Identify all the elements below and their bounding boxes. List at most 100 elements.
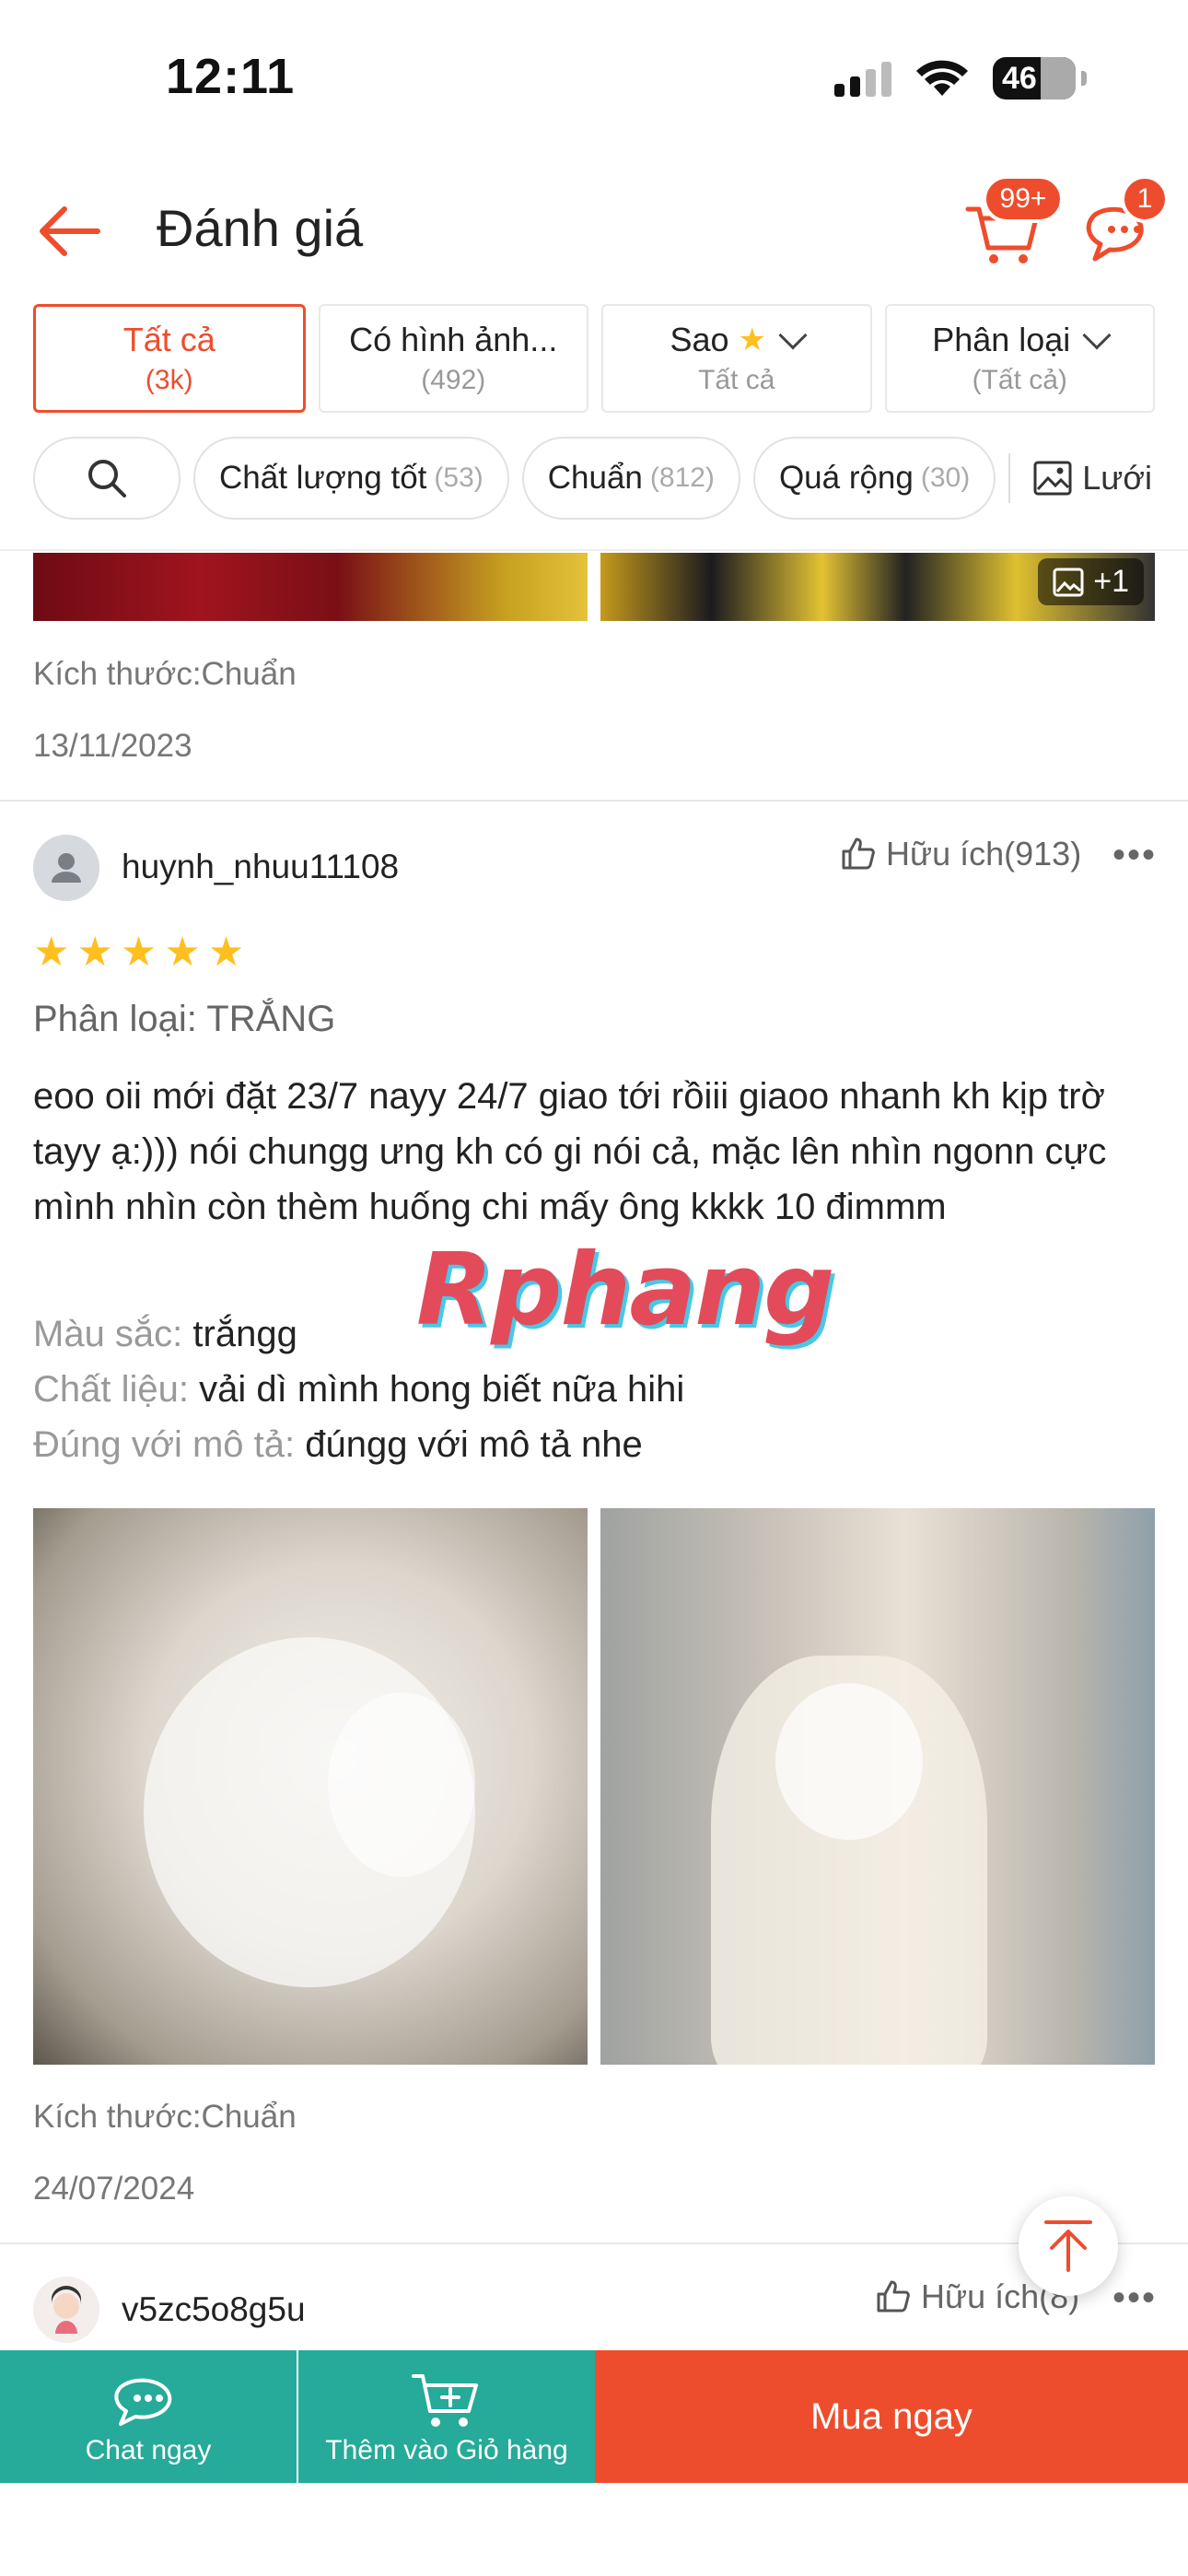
review-attr-material: Chất liệu: vải dì mình hong biết nữa hih… bbox=[33, 1369, 684, 1411]
rating-stars: ★ ★ ★ ★ ★ bbox=[33, 932, 244, 973]
bottom-action-bar: Chat ngay Thêm vào Giỏ hàng Mua ngay bbox=[0, 2350, 1188, 2483]
star-icon: ★ bbox=[76, 930, 113, 975]
thumbs-up-icon bbox=[877, 2280, 910, 2313]
page-title: Đánh giá bbox=[157, 199, 364, 257]
star-icon: ★ bbox=[738, 322, 767, 357]
buy-now-button[interactable]: Mua ngay bbox=[595, 2350, 1188, 2483]
review-text: eoo oii mới đặt 23/7 nayy 24/7 giao tới … bbox=[33, 1076, 1107, 1227]
status-bar: 12:11 46 bbox=[0, 0, 1188, 161]
chat-now-button[interactable]: Chat ngay bbox=[0, 2350, 297, 2483]
divider bbox=[0, 549, 1188, 551]
review-variation: Phân loại: TRẮNG bbox=[33, 999, 336, 1039]
chevron-down-icon bbox=[778, 321, 808, 350]
review-image[interactable] bbox=[33, 553, 588, 621]
attr-value: trắngg bbox=[192, 1314, 297, 1354]
attr-key: Đúng với mô tả: bbox=[33, 1424, 296, 1465]
add-to-cart-icon bbox=[412, 2374, 478, 2427]
tab-sub: (Tất cả) bbox=[972, 365, 1067, 395]
review-date: 13/11/2023 bbox=[33, 728, 192, 764]
arrow-up-icon bbox=[1044, 2220, 1092, 2272]
battery-tip bbox=[1081, 71, 1087, 86]
previous-review-images: +1 bbox=[33, 553, 1155, 621]
tab-sub: Tất cả bbox=[698, 365, 775, 395]
user-icon bbox=[33, 835, 99, 901]
tab-label: Tất cả bbox=[122, 321, 215, 358]
review-image[interactable]: +1 bbox=[600, 553, 1155, 621]
review-date: 24/07/2024 bbox=[33, 2171, 195, 2207]
chip-count: (53) bbox=[434, 463, 483, 493]
review-photo[interactable] bbox=[600, 1508, 1155, 2065]
chip-good-quality[interactable]: Chất lượng tốt (53) bbox=[193, 437, 509, 520]
tab-label: Phân loại bbox=[932, 321, 1071, 358]
star-icon: ★ bbox=[120, 930, 157, 975]
star-icon: ★ bbox=[164, 930, 201, 975]
avatar[interactable] bbox=[33, 2277, 99, 2343]
review-username[interactable]: v5zc5o8g5u bbox=[122, 2290, 306, 2329]
chip-label: Quá rộng bbox=[778, 460, 914, 496]
tab-label: Sao bbox=[670, 321, 729, 358]
review-separator bbox=[0, 2242, 1188, 2244]
grid-view-toggle[interactable]: Lưới bbox=[1008, 453, 1152, 503]
chevron-down-icon bbox=[1082, 321, 1112, 350]
helpful-button[interactable]: Hữu ích(913) bbox=[840, 835, 1081, 873]
chip-count: (812) bbox=[649, 463, 715, 493]
tab-stars[interactable]: Sao ★ Tất cả bbox=[601, 304, 872, 413]
tab-count: (492) bbox=[421, 365, 486, 395]
scroll-to-top-button[interactable] bbox=[1019, 2196, 1118, 2296]
review-photo[interactable] bbox=[33, 1508, 588, 2065]
review-username[interactable]: huynh_nhuu11108 bbox=[122, 848, 399, 886]
search-chip[interactable] bbox=[33, 437, 181, 520]
attr-key: Chất liệu: bbox=[33, 1369, 189, 1410]
tab-variation[interactable]: Phân loại (Tất cả) bbox=[884, 304, 1155, 413]
attr-value: đúngg với mô tả nhe bbox=[305, 1424, 643, 1465]
review-photos bbox=[33, 1508, 1155, 2065]
battery-level: 46 bbox=[1002, 60, 1037, 96]
chip-label: Chuẩn bbox=[547, 460, 643, 496]
review-size: Kích thước:Chuẩn bbox=[33, 2099, 297, 2135]
chip-standard[interactable]: Chuẩn (812) bbox=[521, 437, 740, 520]
status-icons: 46 bbox=[834, 57, 1087, 100]
chat-now-label: Chat ngay bbox=[85, 2435, 212, 2465]
review-separator bbox=[0, 800, 1188, 802]
add-to-cart-button[interactable]: Thêm vào Giỏ hàng bbox=[298, 2350, 595, 2483]
more-images-badge: +1 bbox=[1038, 558, 1144, 605]
star-icon: ★ bbox=[33, 930, 70, 975]
user-avatar-icon bbox=[33, 2277, 99, 2343]
cart-count-badge: 99+ bbox=[983, 175, 1064, 223]
avatar[interactable] bbox=[33, 835, 99, 901]
home-indicator-area bbox=[0, 2483, 1188, 2576]
arrow-left-icon bbox=[40, 206, 100, 256]
add-to-cart-label: Thêm vào Giỏ hàng bbox=[325, 2435, 568, 2465]
chip-too-wide[interactable]: Quá rộng (30) bbox=[752, 437, 996, 520]
tab-all[interactable]: Tất cả (3k) bbox=[33, 304, 306, 413]
chip-count: (30) bbox=[920, 463, 971, 493]
more-images-count: +1 bbox=[1093, 564, 1129, 599]
grid-label: Lưới bbox=[1082, 459, 1152, 497]
thumbs-up-icon bbox=[842, 837, 875, 870]
image-icon bbox=[1053, 568, 1084, 596]
chip-label: Chất lượng tốt bbox=[219, 460, 427, 496]
helpful-count: Hữu ích(913) bbox=[886, 835, 1082, 872]
chat-icon bbox=[114, 2378, 172, 2426]
keyword-chips: Chất lượng tốt (53) Chuẩn (812) Quá rộng… bbox=[33, 437, 1188, 520]
review-size: Kích thước:Chuẩn bbox=[33, 656, 297, 692]
more-options-icon[interactable]: ••• bbox=[1112, 835, 1157, 876]
image-icon bbox=[1033, 461, 1072, 496]
chat-count-badge: 1 bbox=[1121, 175, 1169, 223]
attr-key: Màu sắc: bbox=[33, 1314, 183, 1354]
more-options-icon[interactable]: ••• bbox=[1112, 2277, 1157, 2319]
filter-tabs: Tất cả (3k) Có hình ảnh... (492) Sao ★ T… bbox=[33, 304, 1155, 413]
status-time: 12:11 bbox=[166, 49, 296, 104]
back-button[interactable] bbox=[33, 194, 107, 268]
tab-label: Có hình ảnh... bbox=[349, 321, 558, 358]
review-attr-description: Đúng với mô tả: đúngg với mô tả nhe bbox=[33, 1424, 643, 1466]
attr-value: vải dì mình hong biết nữa hihi bbox=[199, 1369, 685, 1410]
watermark: Rphang bbox=[416, 1233, 834, 1348]
star-icon: ★ bbox=[207, 930, 245, 975]
battery-icon: 46 bbox=[993, 57, 1076, 100]
wifi-icon bbox=[916, 60, 968, 96]
tab-with-images[interactable]: Có hình ảnh... (492) bbox=[318, 304, 588, 413]
search-icon bbox=[88, 460, 126, 498]
review-attr-color: Màu sắc: trắngg bbox=[33, 1314, 297, 1355]
header: Đánh giá 99+ 1 bbox=[0, 161, 1188, 299]
